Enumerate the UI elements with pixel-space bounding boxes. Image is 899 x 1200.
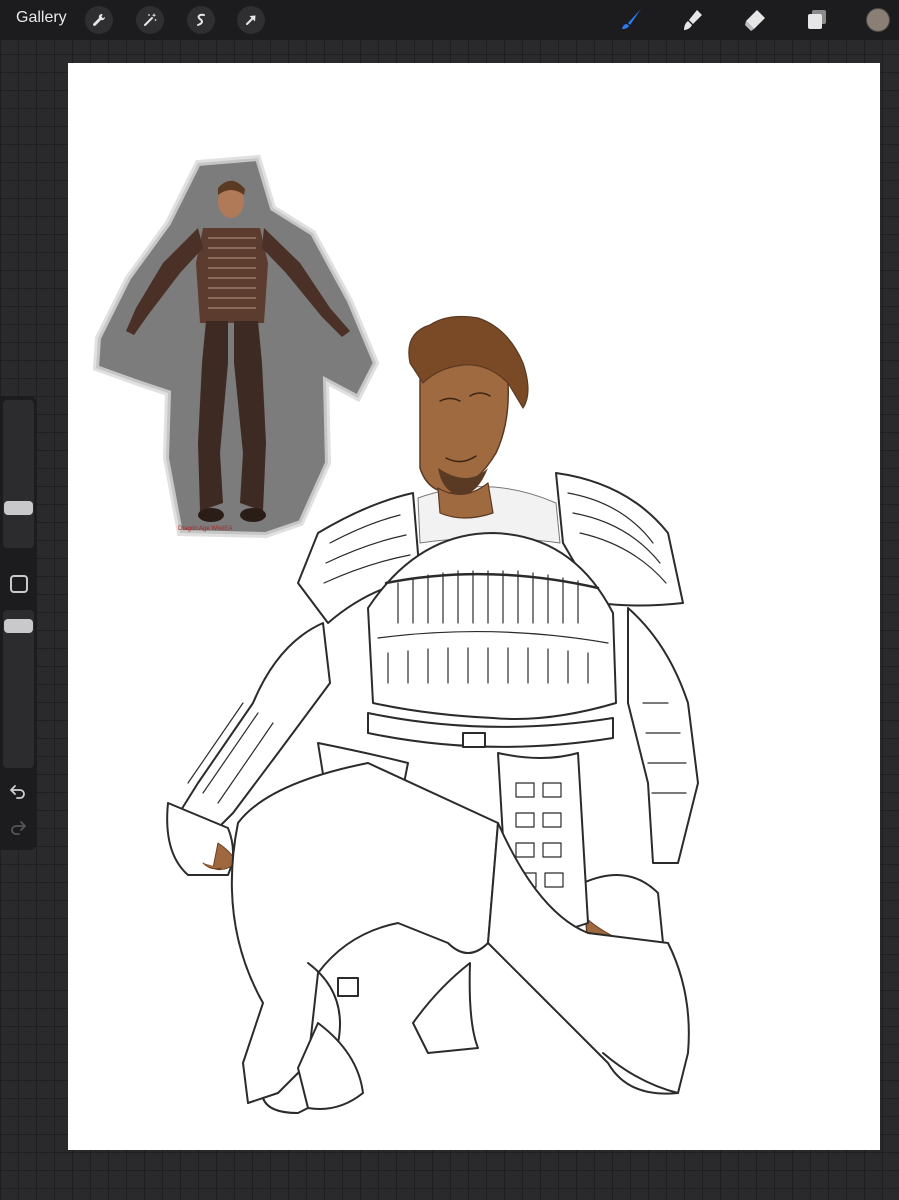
sidebar: [0, 396, 37, 850]
eraser-icon: [745, 10, 765, 31]
brush-tool-button[interactable]: [616, 5, 646, 35]
reference-credit: Dragon Age Wiki/EA: [178, 526, 232, 532]
transform-arrow-icon: [246, 15, 256, 25]
eraser-tool-button[interactable]: [740, 5, 770, 35]
brush-size-slider[interactable]: [3, 400, 34, 548]
adjustments-button[interactable]: [136, 6, 164, 34]
transform-button[interactable]: [237, 6, 265, 34]
smudge-tool-button[interactable]: [678, 5, 708, 35]
color-picker-button[interactable]: [866, 8, 890, 32]
top-toolbar: Gallery: [0, 0, 899, 40]
reference-image: Dragon Age Wiki/EA: [92, 154, 380, 539]
undo-icon[interactable]: [9, 782, 27, 800]
redo-icon[interactable]: [9, 818, 27, 836]
selection-icon: [197, 13, 205, 26]
wrench-icon: [93, 13, 106, 26]
smudge-icon: [684, 10, 702, 30]
modify-button[interactable]: [10, 575, 28, 593]
brush-icon: [622, 9, 641, 29]
layers-icon: [808, 10, 826, 29]
brush-size-thumb[interactable]: [4, 501, 33, 515]
opacity-slider[interactable]: [3, 610, 34, 768]
actions-button[interactable]: [85, 6, 113, 34]
selection-button[interactable]: [187, 6, 215, 34]
artwork: Dragon Age Wiki/EA: [92, 154, 699, 1114]
magic-wand-icon: [144, 13, 157, 26]
drawing-canvas[interactable]: Dragon Age Wiki/EA: [68, 63, 880, 1150]
gallery-button[interactable]: Gallery: [16, 9, 67, 27]
layers-tool-button[interactable]: [802, 5, 832, 35]
opacity-thumb[interactable]: [4, 619, 33, 633]
